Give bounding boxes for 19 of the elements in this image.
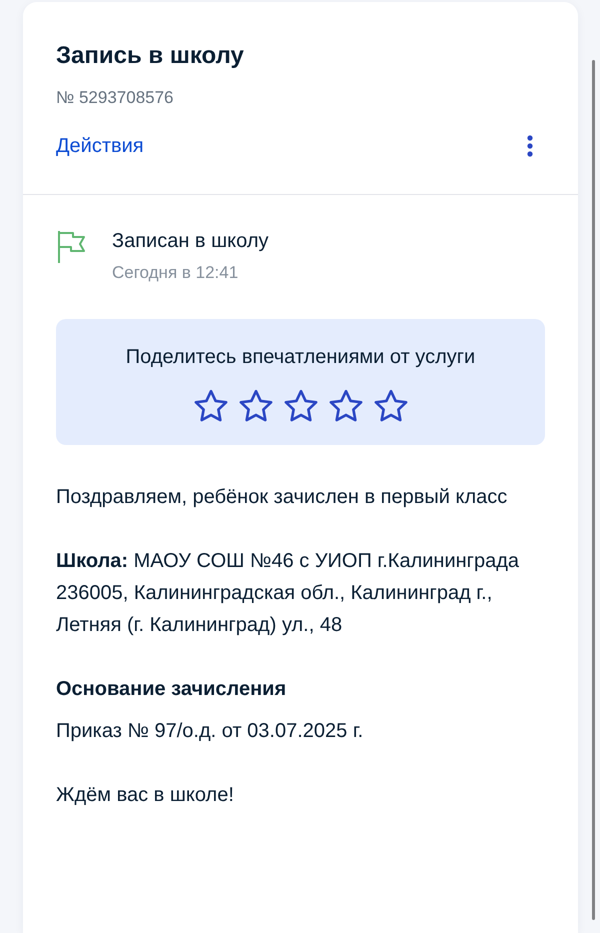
star-icon[interactable] [238, 389, 274, 423]
flag-icon [56, 229, 88, 265]
paragraph: Школа: МАОУ СОШ №46 с УИОП г.Калининграда 236005, Калининградская обл., Калининград г., Летняя (г. Калининград) ул., 48 [56, 549, 520, 638]
paragraph: Поздравляем, ребёнок зачислен в первый класс [56, 485, 508, 510]
paragraph: Ждём вас в школе! [56, 783, 235, 808]
actions-link[interactable]: Действия [56, 134, 144, 158]
star-icon[interactable] [282, 389, 318, 423]
paragraph: Приказ № 97/о.д. от 03.07.2025 г. [56, 719, 364, 744]
page-title: Запись в школу [56, 41, 245, 71]
request-number: № 5293708576 [56, 87, 175, 109]
star-icon[interactable] [372, 389, 408, 423]
status-time: Сегодня в 12:41 [112, 263, 240, 283]
rating-prompt: Поделитесь впечатлениями от услуги [126, 345, 476, 369]
more-icon[interactable] [527, 135, 533, 157]
star-icon[interactable] [328, 389, 364, 423]
status-label: Записан в школу [112, 229, 268, 253]
scrollbar[interactable] [592, 60, 595, 920]
section-heading: Основание зачисления [56, 677, 288, 702]
star-icon[interactable] [192, 389, 228, 423]
